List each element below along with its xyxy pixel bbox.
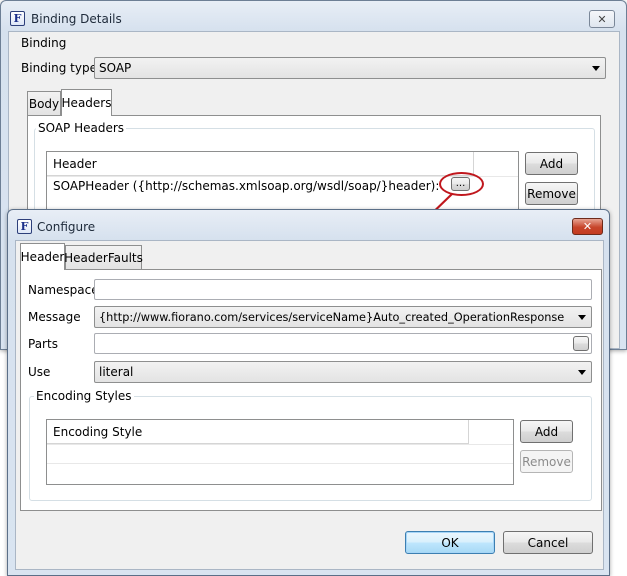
binding-type-value: SOAP: [99, 61, 132, 75]
binding-type-label: Binding type: [21, 61, 97, 75]
window-title: Binding Details: [31, 12, 122, 26]
close-icon[interactable]: ✕: [589, 10, 615, 28]
tab-body[interactable]: Body: [27, 91, 61, 115]
table-row[interactable]: SOAPHeader ({http://schemas.xmlsoap.org/…: [53, 179, 439, 193]
add-encoding-button[interactable]: Add: [520, 420, 573, 443]
add-header-button[interactable]: Add: [525, 152, 578, 175]
tab-body-label: Body: [28, 96, 60, 111]
namespace-label: Namespace: [28, 283, 99, 297]
tab-headerfaults[interactable]: HeaderFaults: [64, 245, 143, 269]
chevron-down-icon: [578, 315, 586, 320]
ok-button[interactable]: OK: [405, 531, 495, 554]
tab-headers-label: Headers: [61, 96, 112, 110]
add-encoding-label: Add: [534, 424, 559, 439]
tab-headers[interactable]: Headers: [61, 89, 112, 116]
remove-encoding-button[interactable]: Remove: [520, 450, 573, 473]
use-value: literal: [99, 365, 134, 379]
app-logo-icon: F: [17, 219, 32, 234]
dialog-title: Configure: [37, 220, 96, 234]
add-header-label: Add: [539, 156, 564, 171]
parts-browse-button[interactable]: [573, 336, 589, 351]
chevron-down-icon: [592, 66, 600, 71]
chevron-down-icon: [578, 370, 586, 375]
namespace-field[interactable]: [94, 279, 592, 300]
column-divider: [468, 420, 469, 444]
message-select[interactable]: {http://www.fiorano.com/services/service…: [94, 306, 592, 328]
parts-field[interactable]: [94, 333, 592, 354]
column-divider: [473, 152, 474, 176]
message-label: Message: [28, 310, 81, 324]
encoding-style-column-header[interactable]: Encoding Style: [47, 420, 468, 444]
app-logo-icon: F: [10, 11, 25, 26]
tab-headerfaults-label: HeaderFaults: [64, 250, 143, 265]
binding-type-select[interactable]: SOAP: [94, 57, 606, 79]
message-value: {http://www.fiorano.com/services/service…: [99, 311, 565, 324]
close-icon[interactable]: ✕: [572, 218, 603, 235]
remove-header-label: Remove: [527, 186, 576, 201]
tab-header[interactable]: Header: [20, 243, 65, 270]
header-underline: [47, 444, 513, 445]
encoding-table: Encoding Style: [46, 419, 514, 485]
soap-headers-group-title: SOAP Headers: [36, 121, 127, 135]
cancel-button[interactable]: Cancel: [503, 531, 593, 554]
remove-header-button[interactable]: Remove: [525, 182, 578, 205]
tab-header-label: Header: [20, 250, 65, 264]
binding-section-label: Binding: [21, 36, 67, 50]
use-label: Use: [28, 365, 51, 379]
cancel-label: Cancel: [527, 535, 569, 550]
remove-encoding-label: Remove: [522, 454, 571, 469]
header-column-header[interactable]: Header: [47, 152, 473, 176]
parts-label: Parts: [28, 337, 58, 351]
row-separator: [47, 463, 513, 464]
use-select[interactable]: literal: [94, 361, 592, 383]
ok-label: OK: [441, 535, 459, 550]
encoding-styles-group-title: Encoding Styles: [34, 389, 134, 403]
